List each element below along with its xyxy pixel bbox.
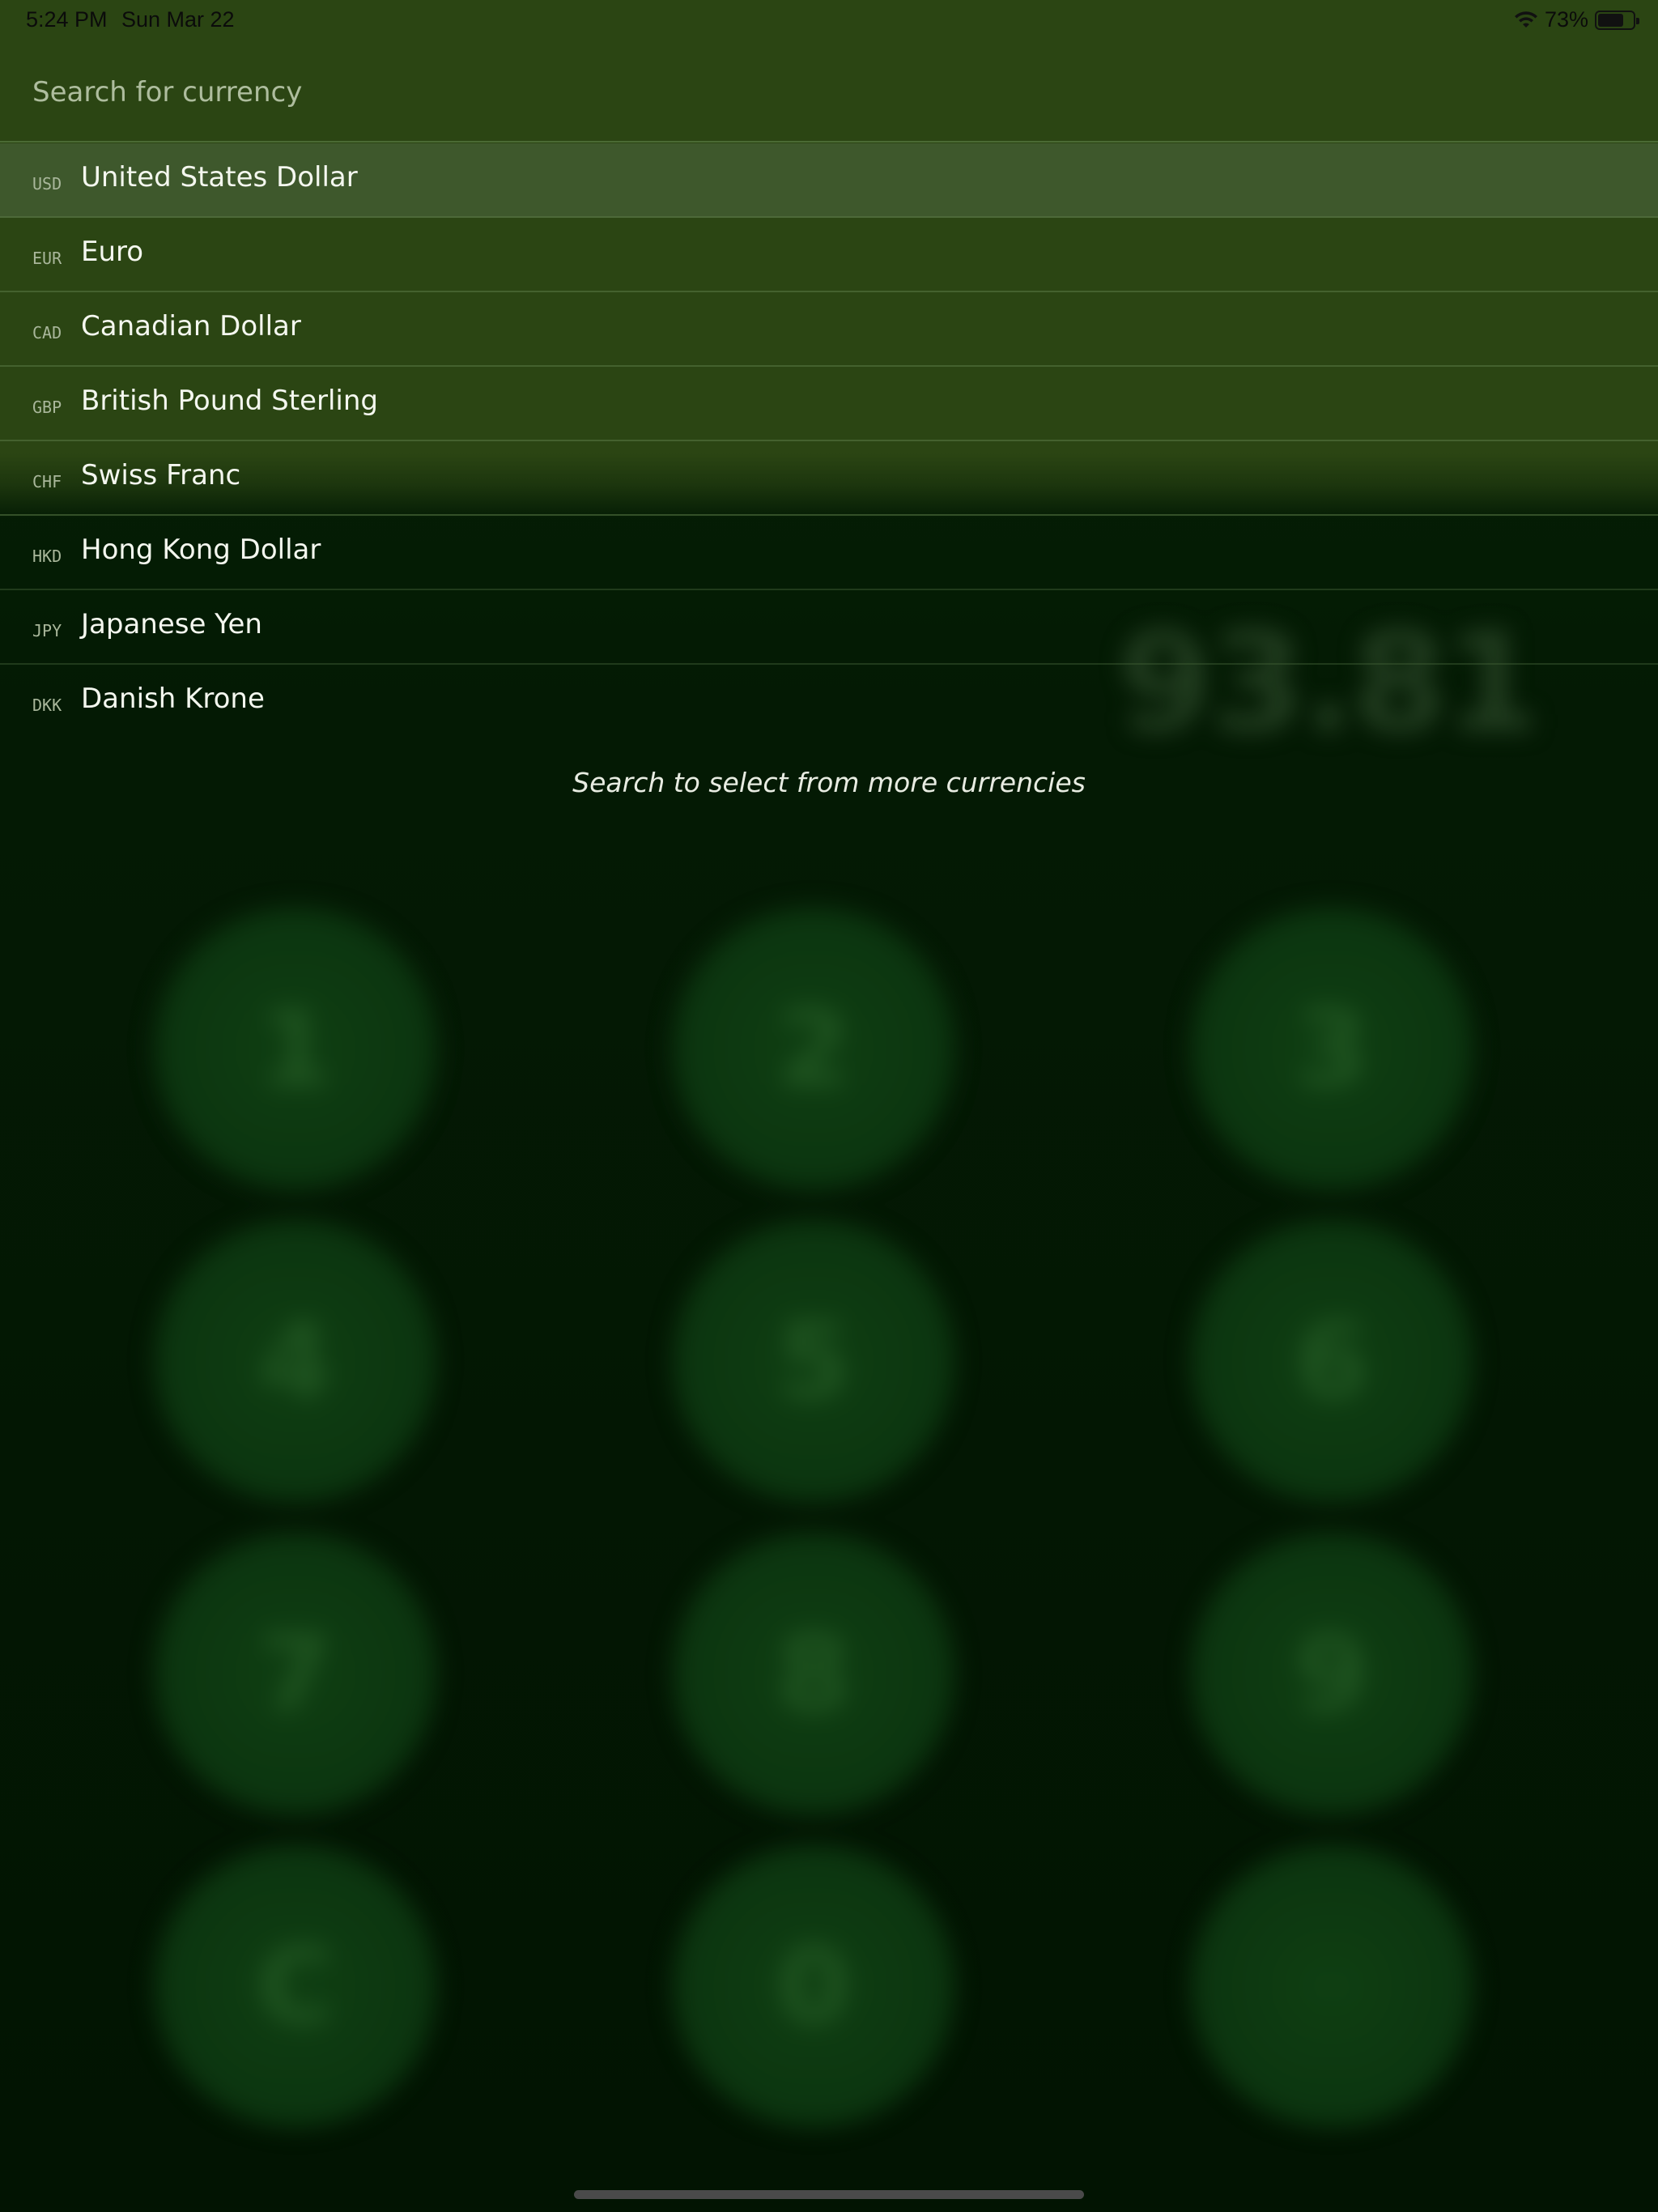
status-time: 5:24 PM bbox=[26, 7, 108, 32]
more-currencies-hint: Search to select from more currencies bbox=[572, 767, 1086, 798]
currency-code: DKK bbox=[32, 696, 62, 715]
status-date: Sun Mar 22 bbox=[121, 7, 235, 32]
status-right: 73% bbox=[1514, 7, 1639, 32]
currency-code: GBP bbox=[32, 398, 62, 417]
currency-name: British Pound Sterling bbox=[81, 385, 379, 417]
currency-name: Danish Krone bbox=[81, 683, 265, 715]
search-input[interactable] bbox=[32, 70, 1490, 115]
currency-name: Euro bbox=[81, 236, 144, 268]
currency-row-hkd[interactable]: HKD Hong Kong Dollar bbox=[0, 516, 1658, 590]
wifi-icon bbox=[1514, 11, 1537, 28]
status-bar: 5:24 PM Sun Mar 22 73% bbox=[0, 0, 1658, 40]
currency-code: JPY bbox=[32, 621, 62, 640]
currency-code: EUR bbox=[32, 249, 62, 268]
currency-name: Hong Kong Dollar bbox=[81, 534, 321, 566]
currency-list: USD United States Dollar EUR Euro CAD Ca… bbox=[0, 143, 1658, 739]
currency-row-dkk[interactable]: DKK Danish Krone bbox=[0, 665, 1658, 739]
currency-row-gbp[interactable]: GBP British Pound Sterling bbox=[0, 367, 1658, 441]
key-3: 3 bbox=[1190, 907, 1473, 1190]
key-0: 0 bbox=[672, 1844, 955, 2128]
key-decimal bbox=[1190, 1844, 1473, 2128]
key-clear: C bbox=[154, 1844, 437, 2128]
currency-name: Canadian Dollar bbox=[81, 310, 301, 342]
currency-row-usd[interactable]: USD United States Dollar bbox=[0, 143, 1658, 218]
currency-row-chf[interactable]: CHF Swiss Franc bbox=[0, 441, 1658, 516]
currency-code: CAD bbox=[32, 323, 62, 342]
home-indicator[interactable] bbox=[574, 2190, 1084, 2199]
key-1: 1 bbox=[154, 907, 437, 1190]
keypad: 1 2 3 4 5 6 7 8 9 C 0 bbox=[154, 907, 1473, 2128]
currency-row-jpy[interactable]: JPY Japanese Yen bbox=[0, 590, 1658, 665]
currency-code: USD bbox=[32, 174, 62, 194]
currency-name: United States Dollar bbox=[81, 161, 358, 194]
currency-code: CHF bbox=[32, 472, 62, 491]
battery-percent: 73% bbox=[1544, 7, 1588, 32]
battery-icon bbox=[1595, 10, 1639, 30]
battery-cap bbox=[1636, 17, 1639, 24]
currency-row-cad[interactable]: CAD Canadian Dollar bbox=[0, 292, 1658, 367]
key-5: 5 bbox=[672, 1219, 955, 1503]
currency-row-eur[interactable]: EUR Euro bbox=[0, 218, 1658, 292]
battery-fill bbox=[1598, 13, 1623, 27]
currency-name: Swiss Franc bbox=[81, 459, 241, 491]
key-7: 7 bbox=[154, 1532, 437, 1815]
key-6: 6 bbox=[1190, 1219, 1473, 1503]
key-4: 4 bbox=[154, 1219, 437, 1503]
key-8: 8 bbox=[672, 1532, 955, 1815]
currency-name: Japanese Yen bbox=[81, 608, 262, 640]
key-2: 2 bbox=[672, 907, 955, 1190]
app-root: 100 93.81 1 2 3 4 5 6 7 8 9 C 0 5:24 PM … bbox=[0, 0, 1658, 2212]
currency-code: HKD bbox=[32, 547, 62, 566]
key-9: 9 bbox=[1190, 1532, 1473, 1815]
search-bar bbox=[0, 40, 1658, 143]
